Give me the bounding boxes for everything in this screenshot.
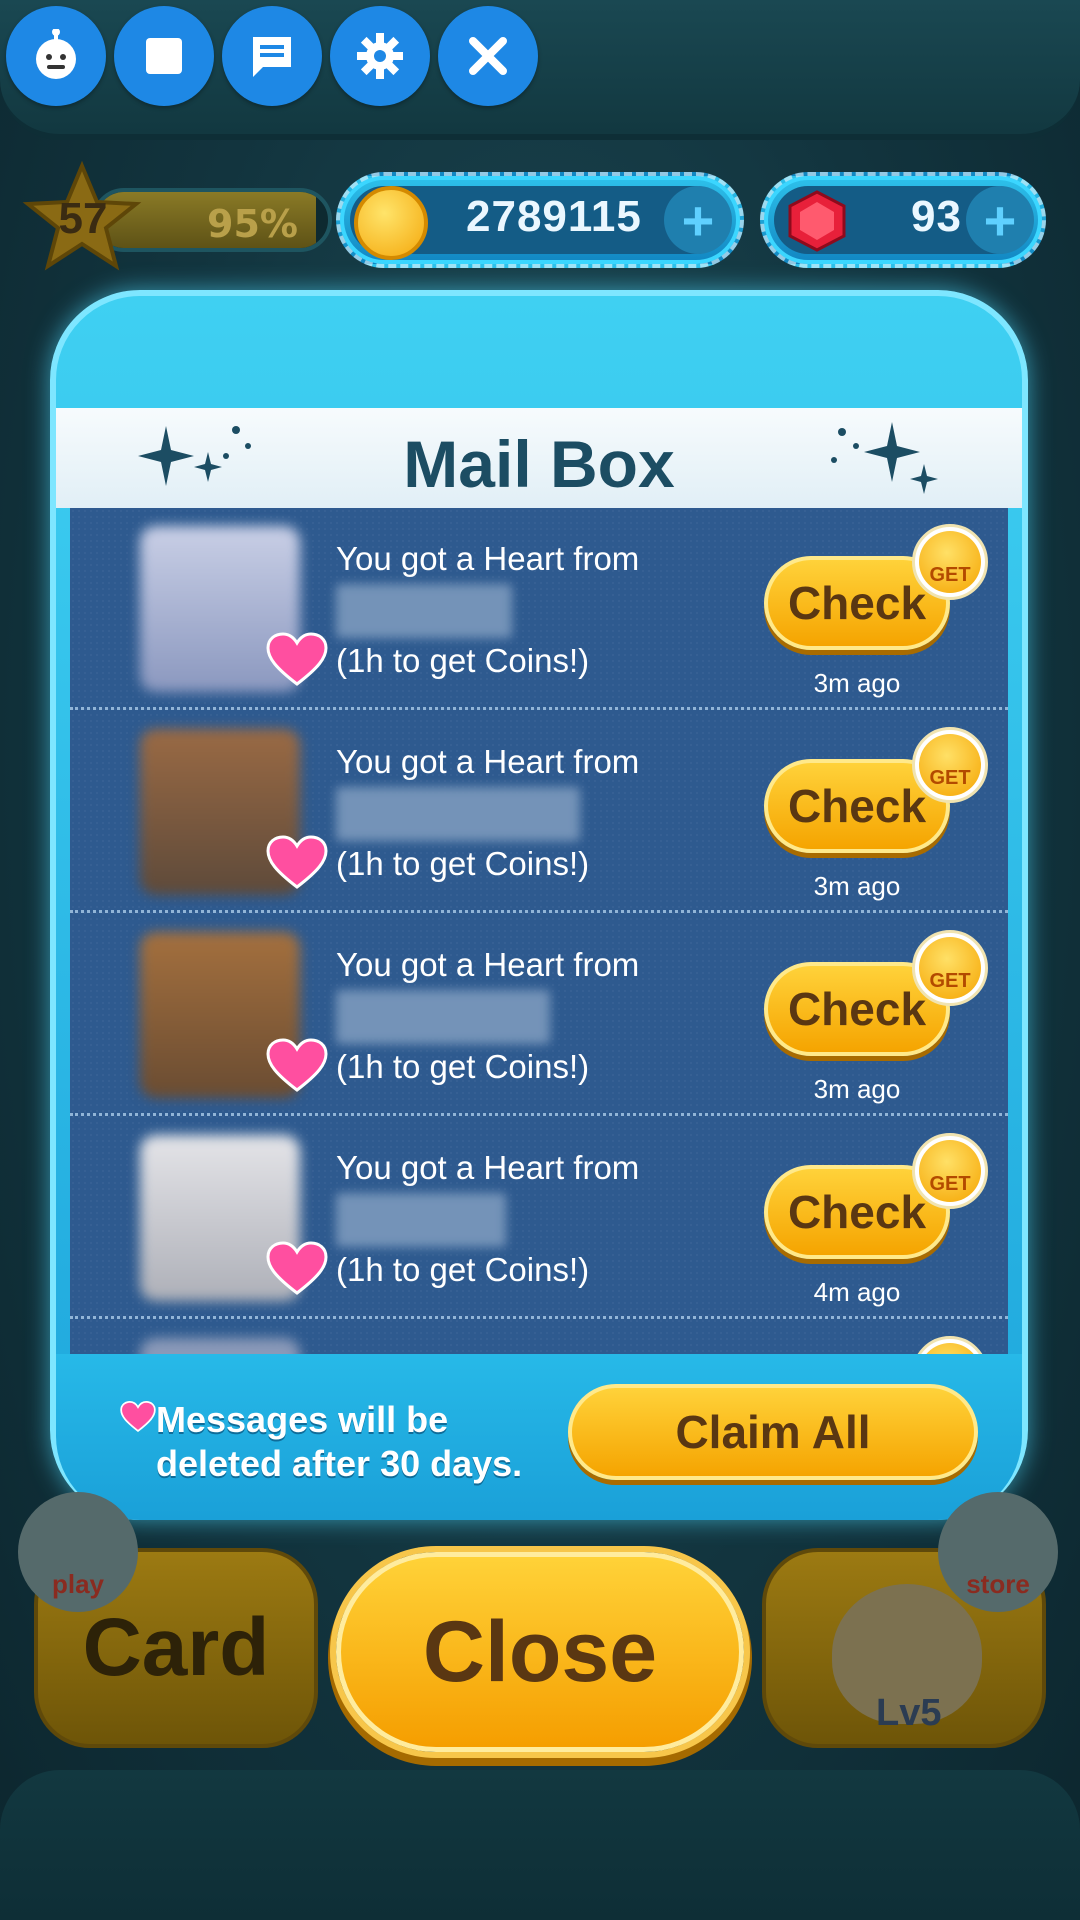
settings-button[interactable] xyxy=(330,6,430,106)
get-badge xyxy=(912,1336,988,1354)
store-badge[interactable]: store xyxy=(938,1492,1058,1612)
get-badge: GET xyxy=(912,524,988,600)
play-badge[interactable]: play xyxy=(18,1492,138,1612)
stop-button[interactable] xyxy=(114,6,214,106)
dismiss-button[interactable] xyxy=(438,6,538,106)
coin-counter: 2789115 + xyxy=(336,172,744,268)
mail-item-partial xyxy=(70,1320,1008,1354)
chat-icon xyxy=(253,37,291,77)
claim-all-button[interactable]: Claim All xyxy=(568,1384,978,1480)
heart-icon xyxy=(266,1241,328,1295)
overlay-toolbar xyxy=(6,6,538,106)
gem-counter: 93 + xyxy=(760,172,1046,268)
mailbox-footer: Messages will be deleted after 30 days. … xyxy=(56,1354,1022,1520)
ruby-icon xyxy=(788,190,846,252)
level-number: 57 xyxy=(58,194,108,243)
sender-name-redacted xyxy=(336,787,580,841)
gem-count: 93 xyxy=(911,192,962,241)
close-button[interactable]: Close xyxy=(336,1552,744,1752)
get-badge: GET xyxy=(912,1133,988,1209)
player-level: 95% 57 xyxy=(22,160,332,271)
retention-notice: Messages will be deleted after 30 days. xyxy=(156,1399,523,1484)
coin-icon xyxy=(354,186,428,260)
heart-icon xyxy=(120,1401,156,1433)
robot-icon xyxy=(36,29,76,79)
bottom-bar xyxy=(0,1770,1080,1920)
mail-subtext: (1h to get Coins!) xyxy=(336,1251,590,1288)
heart-icon xyxy=(266,835,328,889)
mailbox-dialog: Mail Box You got a Heart from (1h to get… xyxy=(50,290,1028,1520)
mail-item: You got a Heart from (1h to get Coins!) … xyxy=(70,508,1008,710)
sender-name-redacted xyxy=(336,584,512,638)
heart-icon xyxy=(266,1038,328,1092)
tsum-level: Lv5 xyxy=(876,1692,942,1734)
mail-time: 3m ago xyxy=(813,1074,901,1104)
mail-subtext: (1h to get Coins!) xyxy=(336,845,590,882)
sparkle-icon xyxy=(831,422,938,494)
mail-subtext: (1h to get Coins!) xyxy=(336,1048,590,1085)
sender-name-redacted xyxy=(336,990,550,1044)
sender-avatar xyxy=(140,1338,300,1354)
mail-message: You got a Heart from xyxy=(336,540,640,577)
plus-icon: + xyxy=(983,188,1017,252)
mail-time: 4m ago xyxy=(813,1277,901,1307)
sender-name-redacted xyxy=(336,1193,506,1247)
mail-message: You got a Heart from xyxy=(336,743,640,780)
mail-item: You got a Heart from (1h to get Coins!) … xyxy=(70,914,1008,1116)
robot-button[interactable] xyxy=(6,6,106,106)
mail-time: 3m ago xyxy=(813,668,901,698)
add-gems-button[interactable]: + xyxy=(966,186,1034,254)
get-badge: GET xyxy=(912,727,988,803)
mail-subtext: (1h to get Coins!) xyxy=(336,642,590,679)
close-icon xyxy=(469,37,507,75)
mail-message: You got a Heart from xyxy=(336,1149,640,1186)
add-coins-button[interactable]: + xyxy=(664,186,732,254)
mail-item: You got a Heart from (1h to get Coins!) … xyxy=(70,711,1008,913)
mail-list[interactable]: You got a Heart from (1h to get Coins!) … xyxy=(70,508,1008,1354)
chat-button[interactable] xyxy=(222,6,322,106)
plus-icon: + xyxy=(681,188,715,252)
mail-message: You got a Heart from xyxy=(336,946,640,983)
stop-icon xyxy=(146,38,182,74)
heart-icon xyxy=(266,632,328,686)
gear-icon xyxy=(357,33,403,79)
get-badge: GET xyxy=(912,930,988,1006)
mailbox-header: Mail Box xyxy=(56,408,1022,508)
mail-item: You got a Heart from (1h to get Coins!) … xyxy=(70,1117,1008,1319)
coin-count: 2789115 xyxy=(466,192,642,241)
mail-time: 3m ago xyxy=(813,871,901,901)
level-progress-text: 95% xyxy=(207,202,298,246)
